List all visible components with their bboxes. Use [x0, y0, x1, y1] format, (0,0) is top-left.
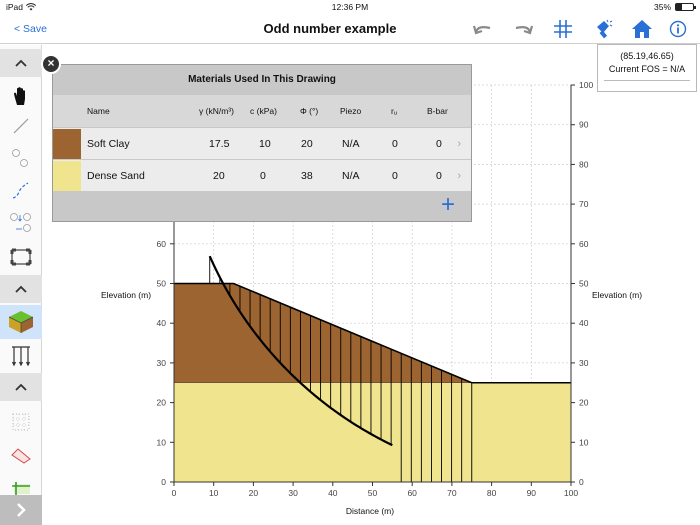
x-tick-label: 100	[564, 488, 578, 498]
material-row[interactable]: Soft Clay 17.5 10 20 N/A 0 0 ›	[53, 127, 471, 159]
material-phi: 20	[301, 138, 313, 150]
material-piezo: N/A	[342, 138, 360, 150]
material-name: Dense Sand	[87, 170, 145, 182]
chevron-right-icon[interactable]: ›	[457, 160, 461, 192]
x-tick-label: 80	[487, 488, 497, 498]
y-tick-label: 100	[579, 80, 593, 90]
materials-footer: +	[53, 191, 471, 222]
material-region	[173, 382, 572, 483]
y-axis-label-left: Elevation (m)	[101, 290, 151, 300]
x-axis-label: Distance (m)	[346, 506, 394, 516]
x-tick-label: 10	[209, 488, 219, 498]
y-tick-label: 0	[579, 477, 584, 487]
materials-title: Materials Used In This Drawing	[188, 74, 336, 85]
y-tick-label: 20	[579, 398, 589, 408]
materials-panel: Materials Used In This Drawing Name γ (k…	[52, 64, 472, 222]
x-tick-label: 0	[172, 488, 177, 498]
x-tick-label: 60	[407, 488, 417, 498]
material-c: 0	[260, 170, 266, 182]
material-ru: 0	[392, 170, 398, 182]
cursor-readout: (85.19,46.65) Current FOS = N/A	[597, 44, 697, 92]
material-ru: 0	[392, 138, 398, 150]
y-tick-label: 10	[157, 437, 167, 447]
y-tick-label: 20	[157, 398, 167, 408]
y-tick-label: 30	[579, 358, 589, 368]
y-tick-label: 0	[161, 477, 166, 487]
y-tick-label: 30	[157, 358, 167, 368]
header-bbar: B-bar	[427, 106, 448, 116]
material-gamma: 20	[213, 170, 225, 182]
y-tick-label: 50	[157, 279, 167, 289]
chevron-right-icon[interactable]: ›	[457, 128, 461, 160]
y-axis-label-right: Elevation (m)	[592, 290, 642, 300]
y-tick-label: 70	[579, 199, 589, 209]
header-c: c (kPa)	[250, 106, 277, 116]
material-c: 10	[259, 138, 271, 150]
header-ru: rᵤ	[391, 106, 398, 116]
material-phi: 38	[301, 170, 313, 182]
y-tick-label: 10	[579, 437, 589, 447]
y-tick-label: 40	[157, 318, 167, 328]
material-bbar: 0	[436, 138, 442, 150]
x-tick-label: 40	[328, 488, 338, 498]
header-gamma: γ (kN/m³)	[199, 106, 234, 116]
y-tick-label: 90	[579, 120, 589, 130]
material-bbar: 0	[436, 170, 442, 182]
header-piezo: Piezo	[340, 106, 362, 116]
header-name: Name	[87, 106, 110, 116]
header-phi: Φ (°)	[300, 106, 319, 116]
material-region	[173, 283, 472, 384]
y-tick-label: 50	[579, 279, 589, 289]
current-fos: Current FOS = N/A	[608, 64, 686, 74]
add-material-button[interactable]: +	[441, 191, 455, 219]
cursor-coordinates: (85.19,46.65)	[620, 51, 674, 61]
material-name: Soft Clay	[87, 138, 130, 150]
close-panel-button[interactable]: ×	[41, 54, 61, 74]
material-row[interactable]: Dense Sand 20 0 38 N/A 0 0 ›	[53, 159, 471, 191]
material-swatch	[53, 129, 81, 159]
x-tick-label: 50	[368, 488, 378, 498]
x-tick-label: 30	[288, 488, 298, 498]
y-tick-label: 40	[579, 318, 589, 328]
y-tick-label: 80	[579, 159, 589, 169]
material-swatch	[53, 161, 81, 191]
material-gamma: 17.5	[209, 138, 230, 150]
y-tick-label: 60	[579, 239, 589, 249]
x-tick-label: 20	[249, 488, 259, 498]
divider	[604, 80, 690, 81]
x-tick-label: 90	[527, 488, 537, 498]
materials-header: Name γ (kN/m³) c (kPa) Φ (°) Piezo rᵤ B-…	[53, 95, 471, 127]
x-tick-label: 70	[447, 488, 457, 498]
y-tick-label: 60	[157, 239, 167, 249]
material-piezo: N/A	[342, 170, 360, 182]
